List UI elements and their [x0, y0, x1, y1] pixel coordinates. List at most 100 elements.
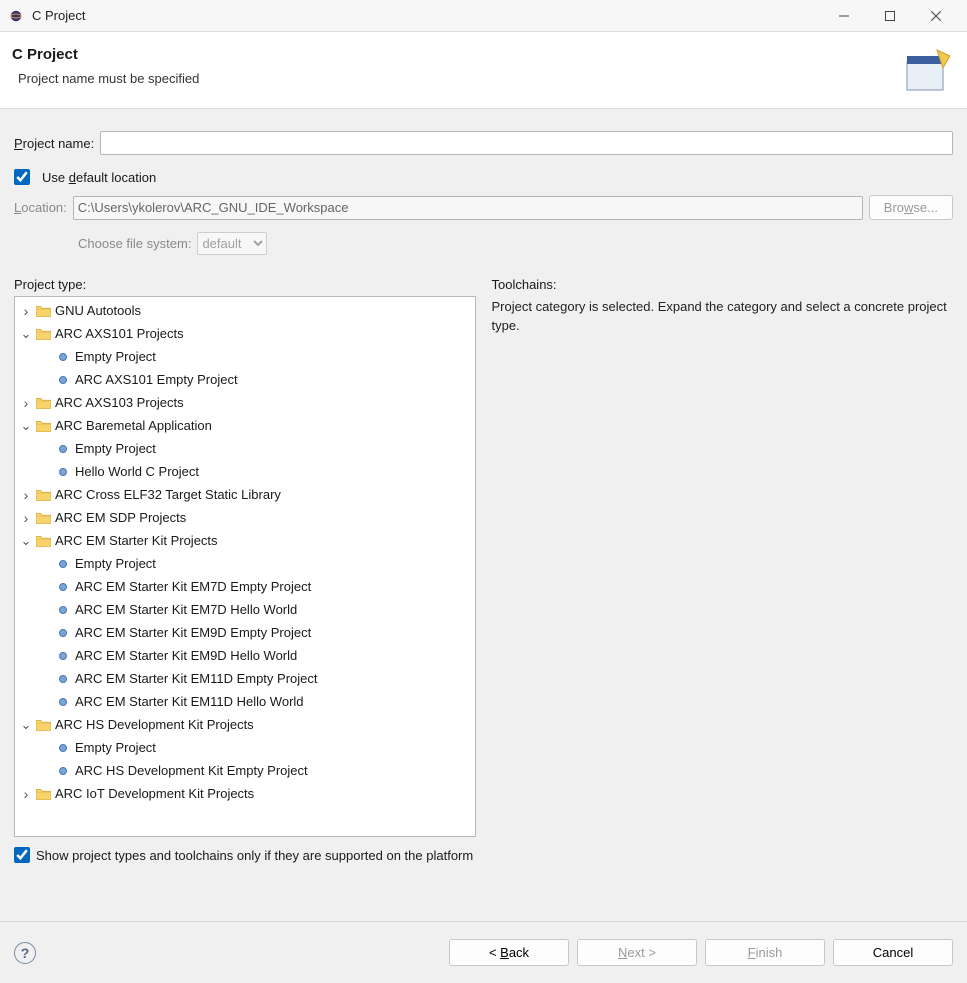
tree-item[interactable]: ARC EM Starter Kit EM9D Empty Project: [15, 621, 475, 644]
chevron-right-icon[interactable]: ›: [19, 303, 33, 319]
tree-folder[interactable]: ⌄ ARC AXS101 Projects: [15, 322, 475, 345]
tree-item-label: ARC AXS101 Empty Project: [75, 372, 238, 387]
finish-button[interactable]: Finish: [705, 939, 825, 966]
tree-item-label: Empty Project: [75, 349, 156, 364]
tree-folder[interactable]: ⌄ ARC HS Development Kit Projects: [15, 713, 475, 736]
tree-item-label: ARC Cross ELF32 Target Static Library: [55, 487, 281, 502]
close-button[interactable]: [913, 0, 959, 32]
project-template-icon: [55, 349, 71, 365]
folder-icon: [35, 487, 51, 503]
folder-icon: [35, 717, 51, 733]
tree-item-label: ARC EM Starter Kit EM11D Hello World: [75, 694, 304, 709]
project-template-icon: [55, 441, 71, 457]
tree-item[interactable]: Hello World C Project: [15, 460, 475, 483]
project-type-label: Project type:: [14, 277, 476, 292]
tree-item-label: ARC EM SDP Projects: [55, 510, 186, 525]
use-default-label: Use default location: [42, 170, 156, 185]
location-input: [73, 196, 863, 220]
chevron-right-icon[interactable]: ›: [19, 786, 33, 802]
help-icon[interactable]: ?: [14, 942, 36, 964]
tree-item-label: Hello World C Project: [75, 464, 199, 479]
location-row: Location: Browse...: [14, 195, 953, 220]
tree-folder[interactable]: › GNU Autotools: [15, 299, 475, 322]
tree-item[interactable]: Empty Project: [15, 552, 475, 575]
project-type-tree[interactable]: › GNU Autotools ⌄ ARC AXS101 Projects Empty …: [14, 296, 476, 837]
tree-item-label: ARC EM Starter Kit EM9D Hello World: [75, 648, 297, 663]
chevron-down-icon[interactable]: ⌄: [19, 418, 33, 434]
tree-item-label: GNU Autotools: [55, 303, 141, 318]
tree-item[interactable]: ARC EM Starter Kit EM11D Hello World: [15, 690, 475, 713]
next-button[interactable]: Next >: [577, 939, 697, 966]
project-template-icon: [55, 625, 71, 641]
wizard-window: C Project C Project Project name must be…: [0, 0, 967, 983]
tree-folder[interactable]: › ARC AXS103 Projects: [15, 391, 475, 414]
tree-item-label: Empty Project: [75, 740, 156, 755]
type-toolchain-split: Project type: › GNU Autotools ⌄ ARC AXS101 …: [14, 277, 953, 837]
folder-icon: [35, 326, 51, 342]
tree-item-label: ARC Baremetal Application: [55, 418, 212, 433]
tree-item-label: ARC HS Development Kit Projects: [55, 717, 254, 732]
tree-folder[interactable]: ⌄ ARC Baremetal Application: [15, 414, 475, 437]
project-template-icon: [55, 372, 71, 388]
filesystem-label: Choose file system:: [78, 236, 191, 251]
maximize-button[interactable]: [867, 0, 913, 32]
chevron-right-icon[interactable]: ›: [19, 395, 33, 411]
project-type-column: Project type: › GNU Autotools ⌄ ARC AXS101 …: [14, 277, 476, 837]
folder-icon: [35, 786, 51, 802]
project-name-input[interactable]: [100, 131, 953, 155]
tree-item-label: ARC EM Starter Kit EM7D Empty Project: [75, 579, 311, 594]
cancel-button[interactable]: Cancel: [833, 939, 953, 966]
page-subtitle: Project name must be specified: [18, 71, 895, 86]
chevron-down-icon[interactable]: ⌄: [19, 717, 33, 733]
minimize-button[interactable]: [821, 0, 867, 32]
use-default-checkbox[interactable]: [14, 169, 30, 185]
tree-item-label: ARC EM Starter Kit EM7D Hello World: [75, 602, 297, 617]
location-label: Location:: [14, 200, 67, 215]
tree-item-label: ARC AXS103 Projects: [55, 395, 184, 410]
project-template-icon: [55, 694, 71, 710]
tree-item[interactable]: Empty Project: [15, 736, 475, 759]
tree-item[interactable]: ARC AXS101 Empty Project: [15, 368, 475, 391]
wizard-footer: ? < Back Next > Finish Cancel: [0, 921, 967, 983]
chevron-down-icon[interactable]: ⌄: [19, 533, 33, 549]
tree-item-label: ARC HS Development Kit Empty Project: [75, 763, 308, 778]
tree-item[interactable]: ARC HS Development Kit Empty Project: [15, 759, 475, 782]
chevron-right-icon[interactable]: ›: [19, 487, 33, 503]
tree-item[interactable]: Empty Project: [15, 345, 475, 368]
tree-item-label: ARC IoT Development Kit Projects: [55, 786, 254, 801]
filesystem-select: default: [197, 232, 267, 255]
filter-checkbox[interactable]: [14, 847, 30, 863]
tree-item-label: Empty Project: [75, 441, 156, 456]
toolchains-column: Toolchains: Project category is selected…: [492, 277, 954, 837]
tree-item[interactable]: ARC EM Starter Kit EM7D Hello World: [15, 598, 475, 621]
project-template-icon: [55, 648, 71, 664]
project-template-icon: [55, 579, 71, 595]
tree-item-label: Empty Project: [75, 556, 156, 571]
tree-folder[interactable]: › ARC EM SDP Projects: [15, 506, 475, 529]
tree-item[interactable]: ARC EM Starter Kit EM9D Hello World: [15, 644, 475, 667]
wizard-content: Project name: Use default location Locat…: [0, 109, 967, 921]
tree-item-label: ARC AXS101 Projects: [55, 326, 184, 341]
tree-item-label: ARC EM Starter Kit EM11D Empty Project: [75, 671, 318, 686]
chevron-down-icon[interactable]: ⌄: [19, 326, 33, 342]
tree-item[interactable]: Empty Project: [15, 437, 475, 460]
tree-item[interactable]: ARC EM Starter Kit EM7D Empty Project: [15, 575, 475, 598]
titlebar: C Project: [0, 0, 967, 32]
project-template-icon: [55, 602, 71, 618]
tree-item-label: ARC EM Starter Kit Projects: [55, 533, 218, 548]
project-template-icon: [55, 556, 71, 572]
tree-item[interactable]: ARC EM Starter Kit EM11D Empty Project: [15, 667, 475, 690]
toolchains-label: Toolchains:: [492, 277, 954, 292]
folder-icon: [35, 303, 51, 319]
browse-button[interactable]: Browse...: [869, 195, 953, 220]
folder-icon: [35, 510, 51, 526]
tree-folder[interactable]: › ARC IoT Development Kit Projects: [15, 782, 475, 805]
page-title: C Project: [12, 46, 895, 63]
project-name-row: Project name:: [14, 131, 953, 155]
chevron-right-icon[interactable]: ›: [19, 510, 33, 526]
tree-folder[interactable]: › ARC Cross ELF32 Target Static Library: [15, 483, 475, 506]
toolchains-message: Project category is selected. Expand the…: [492, 296, 954, 336]
back-button[interactable]: < Back: [449, 939, 569, 966]
tree-folder[interactable]: ⌄ ARC EM Starter Kit Projects: [15, 529, 475, 552]
use-default-row: Use default location: [14, 169, 953, 185]
